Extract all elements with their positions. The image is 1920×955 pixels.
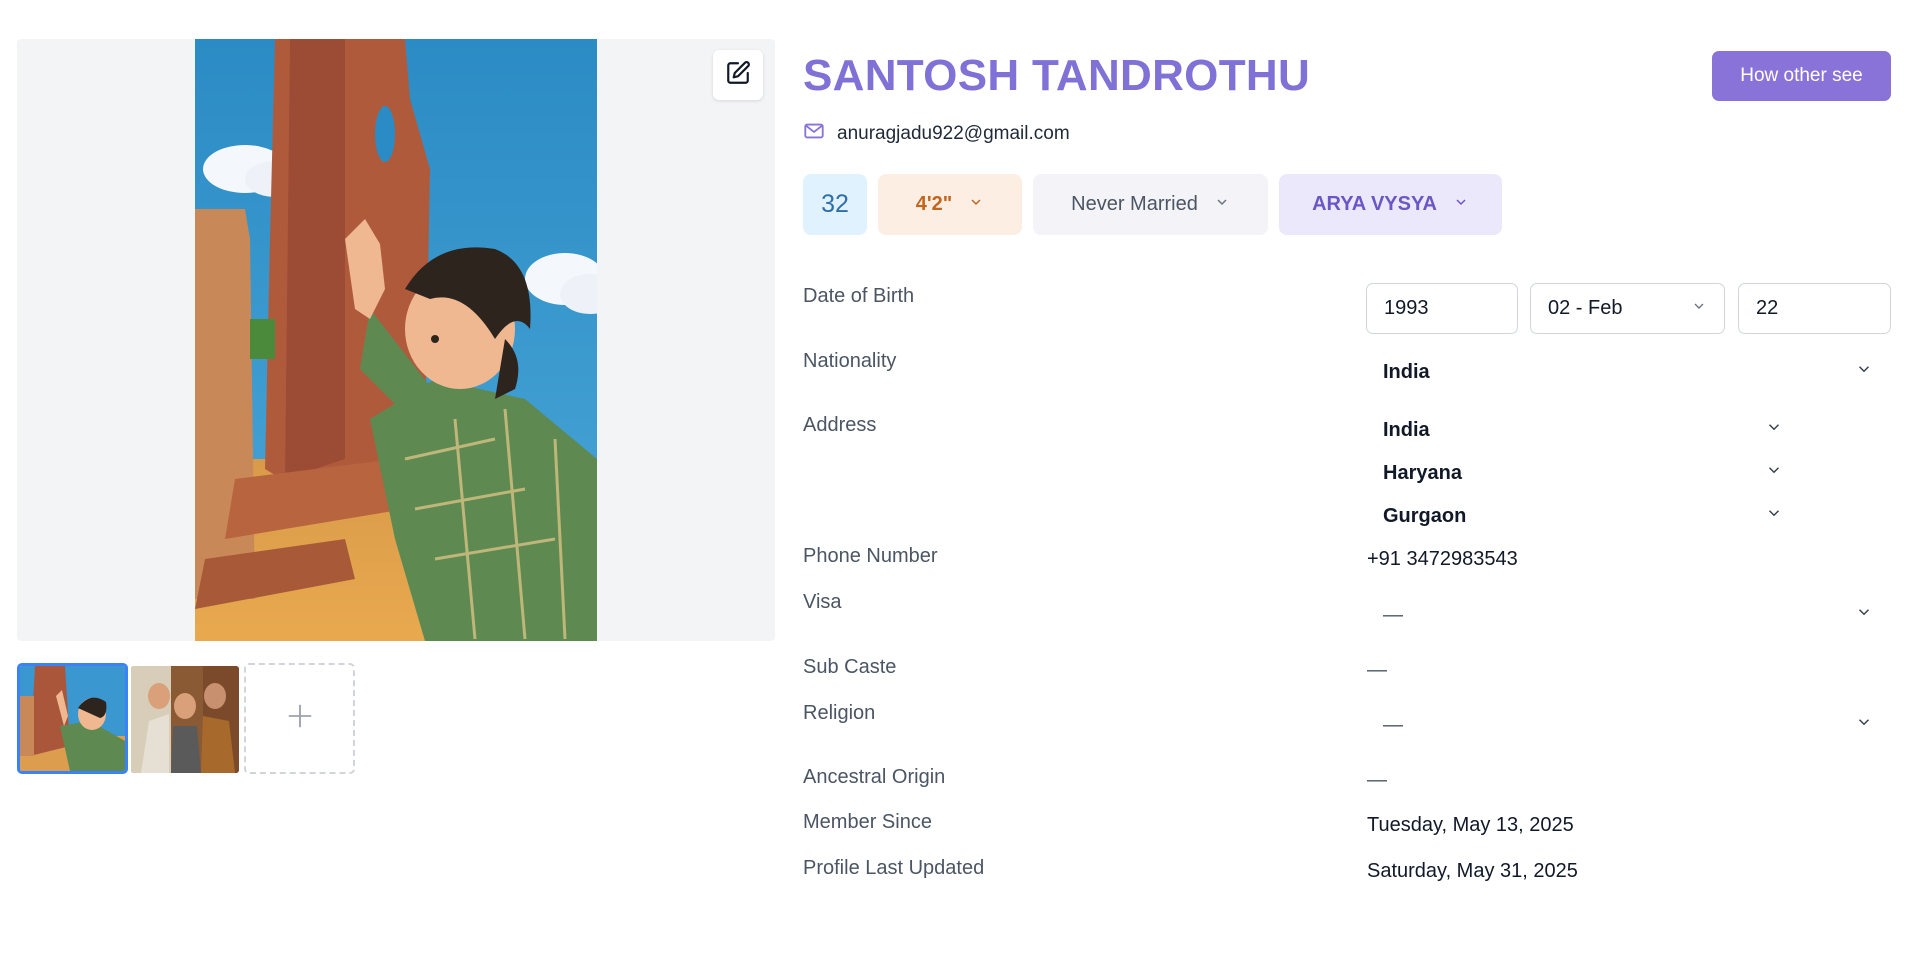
religion-value: — <box>1383 713 1403 736</box>
dob-day-input[interactable]: 22 <box>1738 283 1891 334</box>
subcaste-label: Sub Caste <box>803 656 897 678</box>
photo-thumbnails <box>17 663 355 774</box>
marital-status-select[interactable]: Never Married <box>1033 174 1268 235</box>
chevron-down-icon <box>1214 193 1230 216</box>
add-photo-button[interactable] <box>244 663 355 774</box>
profile-name: SANTOSH TANDROTHU <box>803 51 1311 100</box>
address-city-select[interactable]: Gurgaon <box>1383 504 1783 528</box>
phone-value: +91 3472983543 <box>1367 548 1518 570</box>
chevron-down-icon <box>1855 603 1873 627</box>
chevron-down-icon <box>1765 461 1783 485</box>
caste-select[interactable]: ARYA VYSYA <box>1279 174 1502 235</box>
nationality-select[interactable]: India <box>1383 360 1873 384</box>
subcaste-value: — <box>1367 659 1387 681</box>
chevron-down-icon <box>1765 504 1783 528</box>
religion-label: Religion <box>803 702 876 724</box>
dob-month-value: 02 - Feb <box>1548 297 1623 319</box>
dob-day-value: 22 <box>1756 297 1779 319</box>
chevron-down-icon <box>1691 297 1707 320</box>
photo-thumbnail[interactable] <box>131 666 239 773</box>
ancestral-label: Ancestral Origin <box>803 766 946 788</box>
edit-photo-button[interactable] <box>713 50 763 100</box>
address-country-value: India <box>1383 418 1430 441</box>
visa-value: — <box>1383 603 1403 626</box>
email-row: anuragjadu922@gmail.com <box>803 120 1070 148</box>
photo-viewer <box>17 39 775 641</box>
visa-label: Visa <box>803 591 842 613</box>
dob-label: Date of Birth <box>803 285 915 307</box>
address-label: Address <box>803 414 877 436</box>
height-value: 4'2" <box>915 193 953 215</box>
visa-select[interactable]: — <box>1383 603 1873 627</box>
chevron-down-icon <box>1453 193 1469 216</box>
address-state-value: Haryana <box>1383 461 1462 484</box>
edit-icon <box>725 60 751 91</box>
marital-status-value: Never Married <box>1071 193 1198 215</box>
profile-chips: 32 4'2" Never Married ARYA VYSYA <box>803 174 1502 235</box>
caste-value: ARYA VYSYA <box>1312 193 1437 215</box>
age-chip: 32 <box>803 174 867 235</box>
plus-icon <box>286 702 314 735</box>
last-updated-label: Profile Last Updated <box>803 857 985 879</box>
nationality-label: Nationality <box>803 350 897 372</box>
address-state-select[interactable]: Haryana <box>1383 461 1783 485</box>
height-select[interactable]: 4'2" <box>878 174 1022 235</box>
email-text: anuragjadu922@gmail.com <box>837 123 1070 144</box>
chevron-down-icon <box>968 193 984 216</box>
dob-year-value: 1993 <box>1384 297 1429 319</box>
address-city-value: Gurgaon <box>1383 504 1467 527</box>
mail-icon <box>803 120 825 148</box>
member-since-label: Member Since <box>803 811 932 833</box>
religion-select[interactable]: — <box>1383 713 1873 737</box>
age-value: 32 <box>821 190 849 218</box>
photo-thumbnail[interactable] <box>17 663 128 774</box>
chevron-down-icon <box>1855 360 1873 384</box>
how-other-see-button[interactable]: How other see <box>1712 51 1891 101</box>
dob-year-input[interactable]: 1993 <box>1366 283 1518 334</box>
nationality-value: India <box>1383 360 1430 383</box>
last-updated-value: Saturday, May 31, 2025 <box>1367 860 1578 882</box>
address-country-select[interactable]: India <box>1383 418 1783 442</box>
chevron-down-icon <box>1855 713 1873 737</box>
member-since-value: Tuesday, May 13, 2025 <box>1367 814 1574 836</box>
dob-month-select[interactable]: 02 - Feb <box>1530 283 1725 334</box>
chevron-down-icon <box>1765 418 1783 442</box>
profile-photo[interactable] <box>195 39 597 641</box>
phone-label: Phone Number <box>803 545 938 567</box>
ancestral-value: — <box>1367 769 1387 791</box>
